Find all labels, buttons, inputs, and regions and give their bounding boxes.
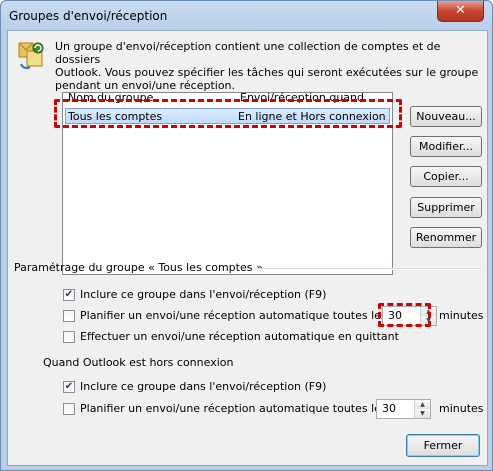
offline-schedule-label: Planifier un envoi/une réception automat… (80, 402, 387, 415)
close-button[interactable]: Fermer (406, 434, 480, 457)
intro-line-2: Outlook. Vous pouvez spécifier les tâche… (55, 66, 479, 79)
offline-interval-spinner[interactable]: 30 ▲ ▼ (376, 399, 431, 419)
window-title: Groupes d'envoi/réception (9, 9, 168, 23)
settings-divider (254, 268, 481, 270)
offline-interval-unit: minutes (439, 402, 484, 415)
online-schedule-label: Planifier un envoi/une réception automat… (80, 309, 387, 322)
online-include-label: Inclure ce groupe dans l'envoi/réception… (80, 288, 327, 301)
spinner-arrows: ▲ ▼ (414, 400, 430, 418)
send-receive-groups-dialog: Groupes d'envoi/réception ✕ Un groupe d'… (0, 0, 493, 471)
online-interval-unit: minutes (439, 309, 484, 322)
offline-header: Quand Outlook est hors connexion (43, 356, 234, 369)
offline-include-checkbox[interactable]: ✔ (63, 381, 75, 393)
online-schedule-checkbox[interactable] (63, 310, 75, 322)
settings-header: Paramétrage du groupe « Tous les comptes… (14, 261, 263, 274)
delete-button[interactable]: Supprimer (410, 197, 482, 218)
interval-highlight-marker (378, 303, 431, 327)
copy-button[interactable]: Copier... (410, 166, 482, 187)
intro-line-1: Un groupe d'envoi/réception contient une… (55, 40, 441, 66)
window-close-button[interactable]: ✕ (437, 1, 484, 22)
row-highlight-marker (54, 99, 402, 128)
offline-interval-value[interactable]: 30 (382, 402, 396, 415)
title-bar: Groupes d'envoi/réception ✕ (1, 1, 492, 31)
online-include-checkbox[interactable]: ✔ (63, 289, 75, 301)
intro-text: Un groupe d'envoi/réception contient une… (55, 40, 487, 92)
offline-schedule-checkbox[interactable] (63, 403, 75, 415)
modify-button[interactable]: Modifier... (410, 136, 482, 157)
on-exit-label: Effectuer un envoi/une réception automat… (80, 330, 399, 343)
check-icon: ✔ (64, 289, 74, 300)
spin-down-icon[interactable]: ▼ (415, 409, 430, 418)
rename-button[interactable]: Renommer (410, 227, 482, 248)
on-exit-checkbox[interactable] (63, 331, 75, 343)
send-receive-groups-icon (18, 42, 44, 70)
close-icon: ✕ (455, 3, 466, 18)
offline-include-label: Inclure ce groupe dans l'envoi/réception… (80, 380, 327, 393)
new-button[interactable]: Nouveau... (410, 106, 482, 127)
dialog-body: Un groupe d'envoi/réception contient une… (7, 30, 488, 466)
check-icon: ✔ (64, 381, 74, 392)
